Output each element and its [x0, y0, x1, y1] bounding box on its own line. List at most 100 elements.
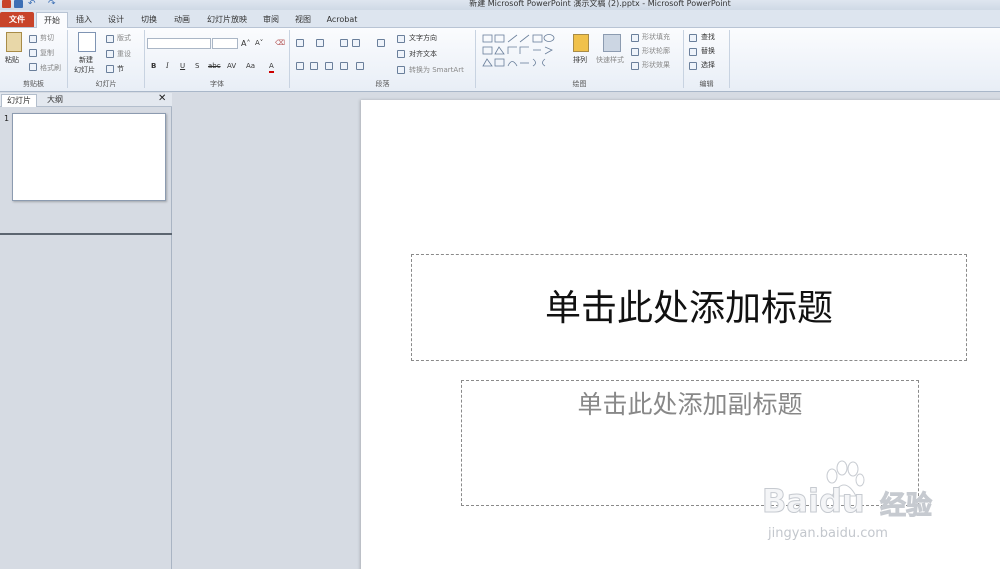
tab-home[interactable]: 开始: [36, 12, 68, 29]
watermark-url: jingyan.baidu.com: [768, 526, 888, 541]
ribbon: 粘贴 剪切 复制 格式刷 剪贴板 新建 幻灯片 版式 重设 节 幻灯片 A˄ A…: [0, 28, 1000, 92]
select-button[interactable]: 选择: [701, 61, 715, 70]
shape-outline-button[interactable]: 形状轮廓: [642, 47, 670, 56]
font-family-dropdown[interactable]: [147, 38, 211, 49]
format-painter-button[interactable]: 格式刷: [40, 64, 61, 73]
font-size-dropdown[interactable]: [212, 38, 238, 49]
find-icon: [689, 34, 697, 42]
tab-file[interactable]: 文件: [0, 12, 34, 27]
title-placeholder[interactable]: 单击此处添加标题: [411, 254, 967, 361]
tab-acrobat[interactable]: Acrobat: [322, 12, 362, 27]
group-editing: 查找 替换 选择 编辑: [684, 30, 730, 88]
tab-review[interactable]: 审阅: [257, 12, 285, 27]
paragraph-label: 段落: [375, 80, 390, 88]
layout-button[interactable]: 版式: [117, 34, 131, 43]
tab-slideshow[interactable]: 幻灯片放映: [202, 12, 252, 27]
slides-panel: 幻灯片 大纲 ✕ 1: [0, 93, 172, 569]
change-case-icon[interactable]: Aa: [246, 62, 255, 71]
smartart-button[interactable]: 转换为 SmartArt: [409, 66, 464, 75]
strikethrough-button[interactable]: abc: [208, 62, 221, 71]
group-slides: 新建 幻灯片 版式 重设 节 幻灯片: [68, 30, 145, 88]
panel-tabs: 幻灯片 大纲 ✕: [0, 93, 172, 107]
section-button[interactable]: 节: [117, 65, 124, 74]
bullets-icon[interactable]: [296, 39, 304, 47]
quick-styles-icon: [603, 34, 621, 52]
select-icon: [689, 62, 697, 70]
replace-button[interactable]: 替换: [701, 47, 715, 56]
reset-button[interactable]: 重设: [117, 50, 131, 59]
watermark-brand: Baidu: [762, 482, 866, 521]
paste-icon: [6, 32, 22, 52]
group-clipboard: 粘贴 剪切 复制 格式刷 剪贴板: [0, 30, 68, 88]
section-icon: [106, 65, 114, 73]
paste-button[interactable]: 粘贴: [5, 56, 19, 65]
shape-effects-icon: [631, 62, 639, 70]
text-direction-icon: [397, 35, 405, 43]
tab-view[interactable]: 视图: [289, 12, 317, 27]
tab-design[interactable]: 设计: [102, 12, 130, 27]
char-spacing-icon[interactable]: AV: [227, 62, 236, 71]
editing-label: 编辑: [699, 80, 714, 88]
justify-icon[interactable]: [340, 62, 348, 70]
smartart-icon: [397, 66, 405, 74]
shrink-font-icon[interactable]: A˅: [255, 39, 263, 48]
tab-transitions[interactable]: 切换: [135, 12, 163, 27]
tab-outline[interactable]: 大纲: [42, 94, 68, 107]
brush-icon: [29, 63, 37, 71]
find-button[interactable]: 查找: [701, 33, 715, 42]
clipboard-label: 剪贴板: [23, 80, 44, 88]
text-direction-button[interactable]: 文字方向: [409, 34, 437, 43]
copy-button[interactable]: 复制: [40, 49, 54, 58]
close-icon[interactable]: ✕: [158, 93, 166, 104]
window-title: 新建 Microsoft PowerPoint 演示文稿 (2).pptx - …: [469, 0, 731, 8]
replace-icon: [689, 48, 697, 56]
grow-font-icon[interactable]: A˄: [241, 39, 250, 48]
group-paragraph: 文字方向 对齐文本 转换为 SmartArt 段落: [290, 30, 476, 88]
baidu-watermark: Baidu 经验 jingyan.baidu.com: [760, 460, 1000, 560]
shape-fill-icon: [631, 34, 639, 42]
watermark-cn: 经验: [879, 491, 933, 522]
slide-thumbnail[interactable]: [12, 113, 166, 201]
layout-icon: [106, 35, 114, 43]
group-font: A˄ A˅ ⌫ B I U S abc AV Aa A 字体: [145, 30, 290, 88]
bold-button[interactable]: B: [151, 62, 156, 71]
shape-outline-icon: [631, 48, 639, 56]
font-label: 字体: [210, 80, 224, 88]
new-slide-label[interactable]: 新建: [79, 56, 93, 65]
scissors-icon: [29, 35, 37, 43]
slides-label: 幻灯片: [95, 80, 117, 88]
align-text-button[interactable]: 对齐文本: [409, 50, 437, 59]
columns-icon[interactable]: [356, 62, 364, 70]
font-color-icon[interactable]: A: [269, 62, 274, 73]
align-center-icon[interactable]: [310, 62, 318, 70]
decrease-indent-icon[interactable]: [340, 39, 348, 47]
underline-button[interactable]: U: [180, 62, 185, 71]
clear-format-icon[interactable]: ⌫: [275, 39, 285, 48]
align-text-icon: [397, 50, 405, 58]
tab-slides[interactable]: 幻灯片: [1, 94, 37, 107]
panel-divider[interactable]: [0, 233, 172, 235]
tab-animations[interactable]: 动画: [168, 12, 196, 27]
quick-styles-button[interactable]: 快速样式: [596, 56, 624, 65]
shape-fill-button[interactable]: 形状填充: [642, 33, 670, 42]
title-bar: ↶ ↷ 新建 Microsoft PowerPoint 演示文稿 (2).ppt…: [0, 0, 1000, 10]
drawing-label: 绘图: [572, 80, 587, 88]
increase-indent-icon[interactable]: [352, 39, 360, 47]
arrange-icon: [573, 34, 589, 52]
shape-effects-button[interactable]: 形状效果: [642, 61, 670, 70]
italic-button[interactable]: I: [166, 62, 169, 71]
arrange-button[interactable]: 排列: [573, 56, 587, 65]
shapes-gallery-icon[interactable]: [481, 33, 567, 71]
tab-insert[interactable]: 插入: [70, 12, 98, 27]
line-spacing-icon[interactable]: [377, 39, 385, 47]
numbering-icon[interactable]: [316, 39, 324, 47]
ribbon-tabs: 文件 开始 插入 设计 切换 动画 幻灯片放映 审阅 视图 Acrobat: [0, 10, 1000, 29]
reset-icon: [106, 50, 114, 58]
shadow-s-button[interactable]: S: [195, 62, 199, 71]
cut-button[interactable]: 剪切: [40, 34, 54, 43]
group-drawing: 排列 快速样式 形状填充 形状轮廓 形状效果 绘图: [476, 30, 684, 88]
slide-number: 1: [4, 114, 10, 123]
align-left-icon[interactable]: [296, 62, 304, 70]
align-right-icon[interactable]: [325, 62, 333, 70]
new-slide-button[interactable]: 幻灯片: [74, 66, 95, 75]
